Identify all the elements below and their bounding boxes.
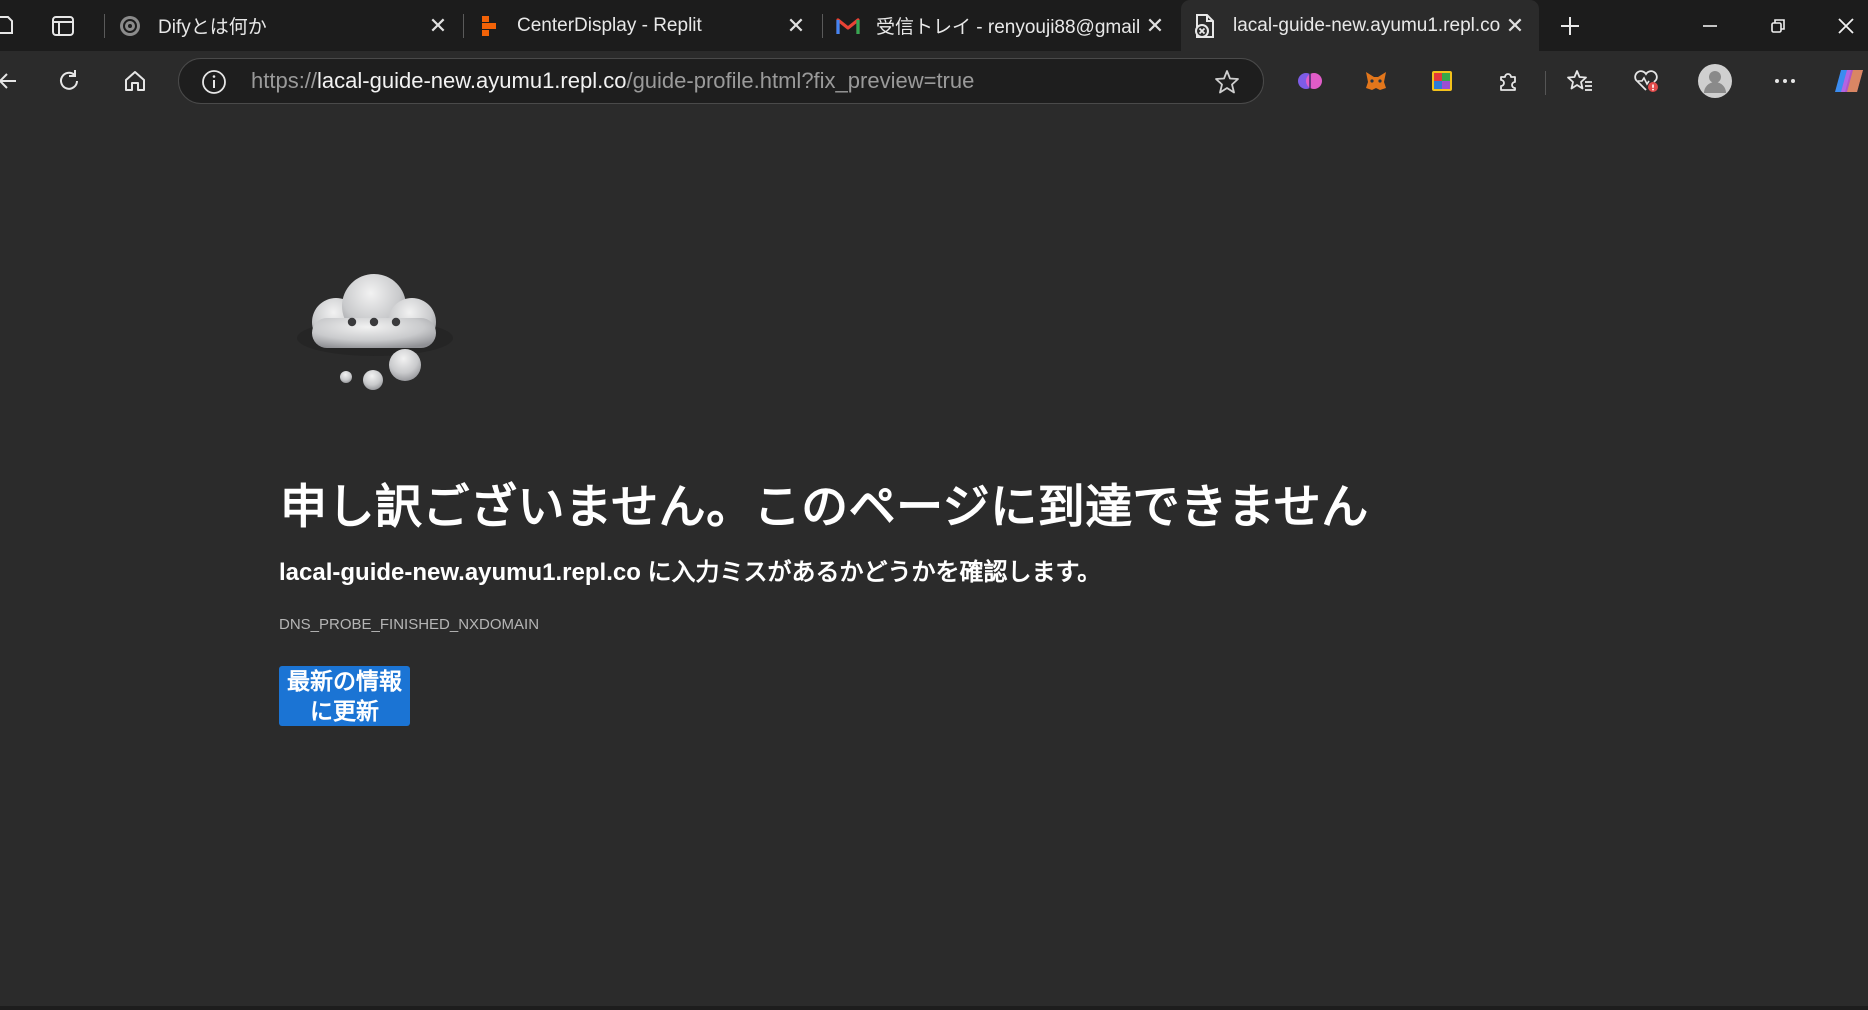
url-text[interactable]: https://lacal-guide-new.ayumu1.repl.co/g… [251, 59, 974, 103]
refresh-button-label-line2: に更新 [310, 698, 379, 724]
replit-icon [477, 14, 501, 38]
error-page-icon [1193, 13, 1217, 38]
close-tab-icon[interactable]: ✕ [424, 12, 452, 40]
tab-separator [104, 14, 105, 38]
favorites-icon[interactable] [1558, 59, 1602, 103]
address-bar[interactable]: https://lacal-guide-new.ayumu1.repl.co/g… [178, 58, 1264, 104]
refresh-icon[interactable] [47, 59, 91, 103]
tab-dify[interactable]: Difyとは何か ✕ [106, 0, 462, 51]
tab-title: lacal-guide-new.ayumu1.repl.co [1233, 14, 1501, 36]
tab-title: CenterDisplay - Replit [517, 14, 702, 36]
close-tab-icon[interactable]: ✕ [782, 12, 810, 40]
back-icon[interactable] [0, 59, 30, 103]
extensions-icon[interactable] [1486, 59, 1530, 103]
favorite-star-icon[interactable] [1213, 68, 1241, 96]
gmail-icon [836, 14, 860, 38]
restore-button[interactable] [1748, 0, 1808, 51]
toolbar-separator [1545, 71, 1546, 95]
close-window-button[interactable] [1816, 0, 1868, 51]
tab-error-page[interactable]: lacal-guide-new.ayumu1.repl.co ✕ [1181, 0, 1539, 51]
more-options-icon[interactable] [1763, 59, 1807, 103]
tab-strip: Difyとは何か ✕ CenterDisplay - Replit ✕ 受信トレ… [0, 0, 1868, 51]
close-tab-icon[interactable]: ✕ [1501, 12, 1529, 40]
tab-actions-icon[interactable] [50, 13, 76, 39]
browser-essentials-icon[interactable] [1624, 59, 1668, 103]
browser-toolbar: https://lacal-guide-new.ayumu1.repl.co/g… [0, 51, 1868, 111]
url-scheme: https:// [251, 68, 318, 93]
chatgpt-icon [118, 14, 142, 38]
error-suggestion: lacal-guide-new.ayumu1.repl.co に入力ミスがあるか… [279, 552, 1101, 587]
close-tab-icon[interactable]: ✕ [1141, 12, 1169, 40]
site-info-icon[interactable] [201, 69, 227, 95]
copilot-icon[interactable] [1827, 59, 1868, 103]
cloud-illustration-icon [290, 268, 460, 398]
tab-replit[interactable]: CenterDisplay - Replit ✕ [465, 0, 820, 51]
tab-title: Difyとは何か [158, 17, 267, 38]
refresh-button-label-line1: 最新の情報 [287, 668, 402, 694]
tab-title: 受信トレイ - renyouji88@gmail.com [876, 17, 1141, 38]
workspaces-icon[interactable] [0, 13, 16, 37]
error-suggestion-text: に入力ミスがあるかどうかを確認します。 [640, 559, 1102, 586]
tab-gmail[interactable]: 受信トレイ - renyouji88@gmail.com ✕ [824, 0, 1179, 51]
error-code: DNS_PROBE_FINISHED_NXDOMAIN [279, 616, 540, 633]
refresh-button[interactable]: 最新の情報 に更新 [279, 666, 410, 726]
tab-separator [463, 14, 464, 38]
window-bottom-edge [0, 1006, 1868, 1010]
new-tab-button[interactable] [1554, 10, 1586, 42]
url-host: lacal-guide-new.ayumu1.repl.co [317, 68, 627, 93]
metamask-extension-icon[interactable] [1354, 59, 1398, 103]
error-headline: 申し訳ございません。このページに到達できません [280, 480, 1369, 533]
colorful-extension-icon[interactable] [1420, 59, 1464, 103]
home-icon[interactable] [113, 59, 157, 103]
profile-avatar-icon[interactable] [1693, 59, 1737, 103]
url-path: /guide-profile.html?fix_preview=true [626, 68, 975, 93]
tab-separator [822, 14, 823, 38]
brain-extension-icon[interactable] [1288, 59, 1332, 103]
error-host: lacal-guide-new.ayumu1.repl.co [279, 559, 641, 586]
minimize-button[interactable] [1680, 0, 1740, 51]
